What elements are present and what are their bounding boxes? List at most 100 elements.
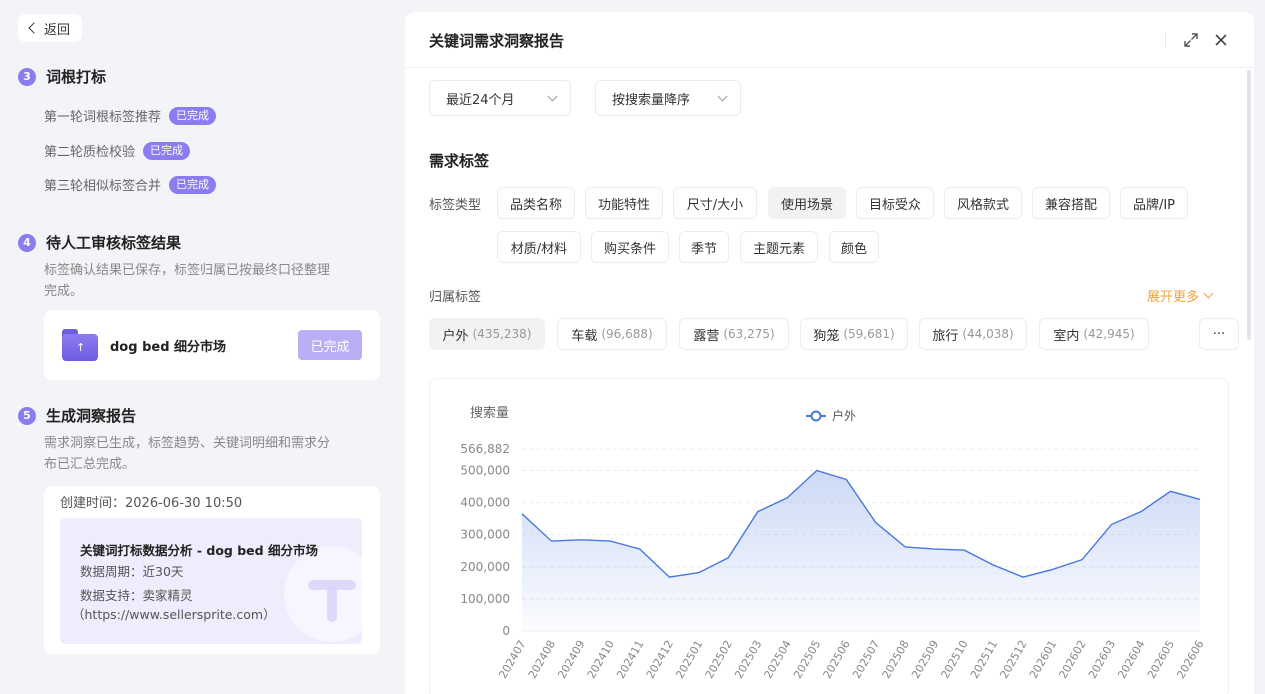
trend-chart: 搜索量 户外 0 100,000 200,000 300,000 400,000 500,00… — [429, 378, 1229, 694]
x-tick-label: 202408 — [526, 638, 558, 681]
expand-more-label: 展开更多 — [1147, 290, 1200, 305]
scrollbar[interactable] — [1247, 70, 1251, 340]
y-tick-label: 100,000 — [460, 592, 510, 606]
created-time: 创建时间：2026-06-30 10:50 — [60, 496, 243, 511]
completed-button[interactable]: 已完成 — [298, 330, 362, 360]
tag-type-chip[interactable]: 品牌/IP — [1120, 187, 1188, 219]
tag-type-chip[interactable]: 目标受众 — [856, 187, 934, 219]
x-tick-label: 202507 — [850, 638, 882, 681]
period-select-value: 最近24个月 — [446, 92, 515, 108]
tag-type-label: 标签类型 — [429, 198, 482, 213]
tag-name: 旅行 — [932, 328, 959, 344]
report-period: 数据周期：近30天 — [80, 564, 184, 579]
market-card: ↑ dog bed 细分市场 已完成 — [44, 310, 380, 380]
chevron-down-icon — [1203, 288, 1214, 299]
x-tick-label: 202411 — [614, 638, 646, 681]
tag-count: (59,681) — [843, 327, 895, 341]
tag-type-chip[interactable]: 风格款式 — [944, 187, 1022, 219]
chevron-down-icon — [717, 91, 728, 102]
tag-type-chip[interactable]: 兼容搭配 — [1032, 187, 1110, 219]
tag-count: (96,688) — [601, 327, 653, 341]
owned-tag-chip[interactable]: 旅行 (44,038) — [919, 318, 1027, 350]
market-name: dog bed 细分市场 — [110, 339, 227, 355]
expand-more-link[interactable]: 展开更多 — [1147, 286, 1214, 305]
x-tick-label: 202502 — [703, 638, 735, 681]
y-tick-label: 300,000 — [460, 528, 510, 542]
x-tick-label: 202512 — [997, 638, 1029, 681]
x-tick-label: 202407 — [496, 638, 528, 681]
substep-label: 第三轮相似标签合并 — [44, 179, 162, 194]
legend-label: 户外 — [832, 408, 856, 423]
x-tick-label: 202501 — [673, 638, 705, 681]
tag-type-chip[interactable]: 材质/材料 — [497, 231, 581, 263]
report-panel: 关键词需求洞察报告 最近24个月 按搜索量降序 需求标签 标签类型 品类名称 功… — [405, 12, 1254, 694]
tag-name: 狗笼 — [813, 328, 840, 344]
owned-tag-chip[interactable]: 狗笼 (59,681) — [800, 318, 908, 350]
sort-select-value: 按搜索量降序 — [612, 92, 691, 108]
x-tick-label: 202506 — [821, 638, 853, 681]
tag-type-chip[interactable]: 品类名称 — [497, 187, 575, 219]
folder-upload-icon: ↑ — [62, 329, 98, 361]
status-badge: 已完成 — [169, 106, 217, 125]
close-icon[interactable] — [1211, 30, 1231, 50]
step-description: 需求洞察已生成，标签趋势、关键词明细和需求分 布已汇总完成。 — [44, 433, 374, 475]
tag-name: 露营 — [693, 328, 720, 344]
tag-type-chip[interactable]: 季节 — [679, 231, 729, 263]
panel-header: 关键词需求洞察报告 — [405, 12, 1254, 68]
x-tick-label: 202412 — [644, 638, 676, 681]
sort-select[interactable]: 按搜索量降序 — [595, 80, 741, 116]
step-4-header: 4 待人工审核标签结果 — [18, 232, 181, 253]
owned-tag-chip[interactable]: 车载 (96,688) — [557, 318, 667, 350]
step-number: 4 — [18, 233, 36, 252]
x-tick-label: 202504 — [762, 638, 794, 681]
status-badge: 已完成 — [143, 141, 191, 160]
tag-name: 室内 — [1053, 328, 1080, 344]
back-label: 返回 — [44, 22, 71, 38]
back-button[interactable]: 返回 — [18, 14, 83, 42]
step-description: 标签确认结果已保存，标签归属已按最终口径整理 完成。 — [44, 260, 374, 302]
description-line: 完成。 — [44, 284, 84, 299]
x-tick-label: 202505 — [791, 638, 823, 681]
chevron-left-icon — [28, 22, 40, 34]
progress-panel: 返回 3 词根打标 第一轮词根标签推荐 已完成 第二轮质检校验 已完成 第三轮相… — [0, 0, 400, 694]
tag-count: (42,945) — [1083, 327, 1135, 341]
tag-count: (44,038) — [962, 327, 1014, 341]
step-3-header: 3 词根打标 — [18, 66, 106, 87]
step-title: 词根打标 — [46, 68, 107, 86]
substep-label: 第二轮质检校验 — [44, 145, 136, 160]
x-tick-label: 202510 — [939, 638, 971, 681]
header-divider — [1165, 32, 1166, 48]
x-tick-label: 202603 — [1086, 638, 1118, 681]
tag-type-chip[interactable]: 尺寸/大小 — [673, 187, 757, 219]
tag-type-chip[interactable]: 功能特性 — [585, 187, 663, 219]
y-tick-label: 400,000 — [460, 496, 510, 510]
y-tick-label: 566,882 — [460, 442, 510, 456]
step-number: 5 — [18, 406, 36, 425]
substep-item: 第三轮相似标签合并 已完成 — [44, 175, 217, 194]
owned-tag-chip[interactable]: 室内 (42,945) — [1039, 318, 1149, 350]
tag-type-chip[interactable]: 购买条件 — [591, 231, 669, 263]
y-tick-label: 200,000 — [460, 560, 510, 574]
substep-label: 第一轮词根标签推荐 — [44, 110, 162, 125]
legend-marker — [810, 410, 822, 422]
x-tick-label: 202509 — [909, 638, 941, 681]
step-number: 3 — [18, 67, 36, 86]
substep-item: 第一轮词根标签推荐 已完成 — [44, 106, 217, 125]
chevron-down-icon — [547, 91, 558, 102]
tag-type-chip-active[interactable]: 使用场景 — [768, 187, 846, 219]
owned-tag-chip[interactable]: 露营 (63,275) — [679, 318, 789, 350]
description-line: 布已汇总完成。 — [44, 457, 136, 472]
report-container: 创建时间：2026-06-30 10:50 关键词打标数据分析 - dog be… — [44, 486, 380, 654]
period-select[interactable]: 最近24个月 — [429, 80, 571, 116]
owned-tag-chip-active[interactable]: 户外 (435,238) — [429, 318, 545, 350]
x-tick-label: 202409 — [555, 638, 587, 681]
tag-type-chip[interactable]: 颜色 — [829, 231, 879, 263]
report-card[interactable]: 关键词打标数据分析 - dog bed 细分市场 数据周期：近30天 数据支持：… — [60, 518, 362, 644]
x-tick-label: 202602 — [1056, 638, 1088, 681]
more-tags-button[interactable]: ··· — [1199, 318, 1239, 350]
tag-name: 户外 — [442, 328, 469, 344]
report-title: 关键词打标数据分析 - dog bed 细分市场 — [80, 543, 318, 558]
expand-icon[interactable] — [1181, 30, 1201, 50]
tag-type-chip[interactable]: 主题元素 — [740, 231, 818, 263]
x-tick-label: 202606 — [1174, 638, 1206, 681]
